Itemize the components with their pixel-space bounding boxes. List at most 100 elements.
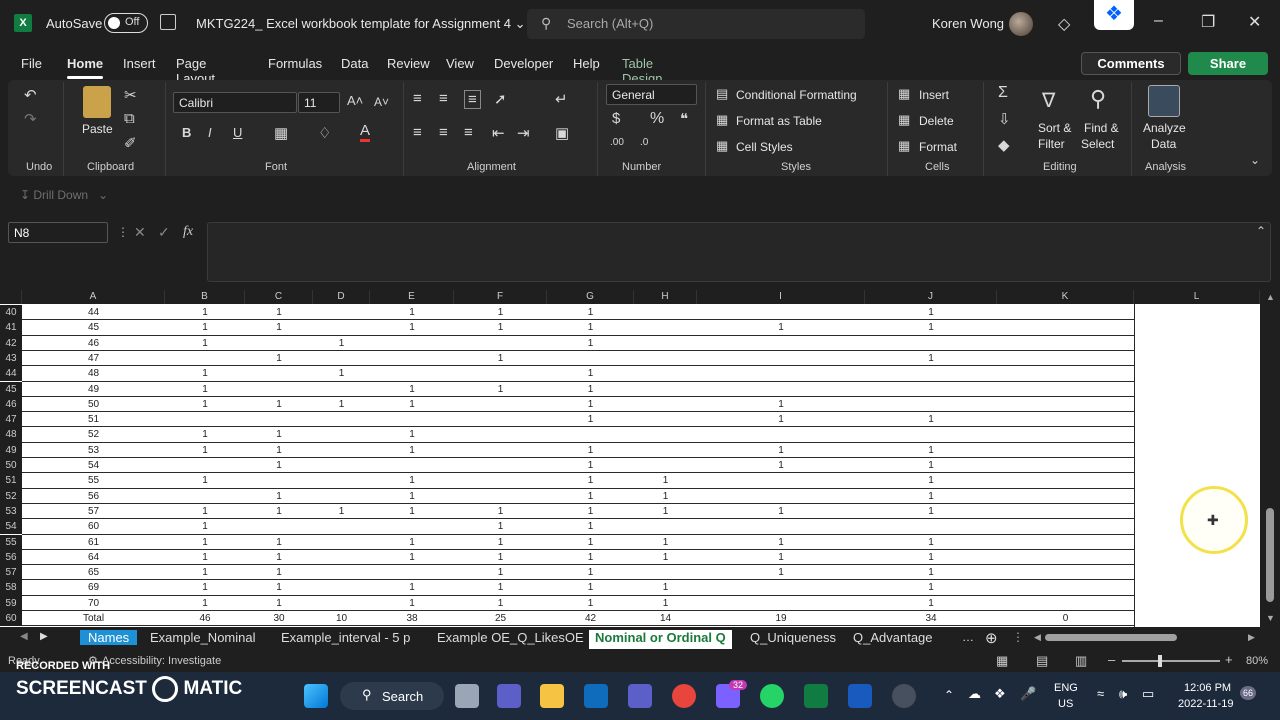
cell-i[interactable] xyxy=(697,366,865,381)
cell-h[interactable]: 1 xyxy=(634,473,697,488)
cell-a[interactable]: 52 xyxy=(22,427,165,442)
row-header[interactable]: 46 xyxy=(0,396,22,413)
cell-k[interactable] xyxy=(997,535,1134,550)
cell-g[interactable]: 1 xyxy=(547,412,634,427)
windows-start-icon[interactable] xyxy=(304,684,328,708)
percent-icon[interactable]: % xyxy=(650,110,664,128)
cell-f[interactable]: 1 xyxy=(454,565,547,580)
sheet-options-icon[interactable]: ⋮ xyxy=(1012,630,1024,644)
column-header-e[interactable]: E xyxy=(370,290,454,304)
scroll-up-icon[interactable]: ▲ xyxy=(1266,292,1275,302)
tab-developer[interactable]: Developer xyxy=(494,56,553,71)
cell-c[interactable]: 1 xyxy=(245,580,313,595)
analyze-data-label[interactable]: Analyze xyxy=(1143,121,1186,135)
add-sheet-icon[interactable]: ⊕ xyxy=(985,629,998,647)
cell-e[interactable] xyxy=(370,412,454,427)
cell-f[interactable]: 1 xyxy=(454,596,547,611)
italic-icon[interactable]: I xyxy=(208,125,212,140)
cell-g[interactable]: 1 xyxy=(547,305,634,320)
cell-f[interactable]: 25 xyxy=(454,611,547,626)
paste-icon[interactable] xyxy=(83,86,111,118)
font-size-select[interactable]: 11 xyxy=(298,92,340,113)
cell-b[interactable] xyxy=(165,412,245,427)
cell-a[interactable]: 50 xyxy=(22,397,165,412)
zoom-out-icon[interactable]: – xyxy=(1108,652,1115,667)
cell-j[interactable]: 1 xyxy=(865,489,997,504)
cell-j[interactable]: 1 xyxy=(865,351,997,366)
cell-e[interactable]: 1 xyxy=(370,427,454,442)
cell-h[interactable] xyxy=(634,320,697,335)
cell-g[interactable]: 1 xyxy=(547,366,634,381)
cell-i[interactable]: 1 xyxy=(697,504,865,519)
row-header[interactable]: 53 xyxy=(0,503,22,520)
cell-i[interactable] xyxy=(697,427,865,442)
increase-decimal-icon[interactable]: .00 xyxy=(610,137,624,148)
column-header-a[interactable]: A xyxy=(22,290,165,304)
cell-d[interactable] xyxy=(313,535,370,550)
cell-g[interactable]: 1 xyxy=(547,550,634,565)
row-header[interactable]: 47 xyxy=(0,412,22,428)
share-button[interactable]: Share xyxy=(1188,52,1268,75)
cell-j[interactable]: 1 xyxy=(865,412,997,427)
cell-c[interactable] xyxy=(245,336,313,351)
cell-d[interactable] xyxy=(313,489,370,504)
cell-i[interactable]: 1 xyxy=(697,397,865,412)
cell-d[interactable] xyxy=(313,320,370,335)
number-format-select[interactable]: General xyxy=(606,84,697,105)
zoom-slider[interactable] xyxy=(1122,660,1220,662)
cell-e[interactable]: 1 xyxy=(370,596,454,611)
formula-menu-icon[interactable]: ⋮ xyxy=(117,225,129,239)
row-header[interactable]: 41 xyxy=(0,320,22,336)
cell-j[interactable]: 1 xyxy=(865,565,997,580)
cell-j[interactable]: 1 xyxy=(865,473,997,488)
cell-d[interactable] xyxy=(313,580,370,595)
cell-j[interactable]: 1 xyxy=(865,504,997,519)
paste-label[interactable]: Paste xyxy=(82,122,113,136)
cell-k[interactable] xyxy=(997,336,1134,351)
sheet-tab-names[interactable]: Names xyxy=(80,630,138,645)
row-header[interactable]: 42 xyxy=(0,335,22,351)
cell-k[interactable] xyxy=(997,550,1134,565)
font-name-select[interactable]: Calibri xyxy=(173,92,297,113)
cell-d[interactable] xyxy=(313,550,370,565)
name-box[interactable]: N8 xyxy=(8,222,108,243)
normal-view-icon[interactable]: ▦ xyxy=(996,653,1008,669)
cell-b[interactable] xyxy=(165,458,245,473)
row-header[interactable]: 40 xyxy=(0,305,22,321)
scrollbar-thumb[interactable] xyxy=(1266,508,1274,602)
cell-d[interactable] xyxy=(313,351,370,366)
cell-j[interactable]: 1 xyxy=(865,580,997,595)
cell-d[interactable] xyxy=(313,443,370,458)
cell-h[interactable]: 14 xyxy=(634,611,697,626)
cell-b[interactable]: 1 xyxy=(165,427,245,442)
cell-f[interactable] xyxy=(454,473,547,488)
minimize-icon[interactable]: – xyxy=(1154,12,1163,30)
column-header-g[interactable]: G xyxy=(547,290,634,304)
cell-k[interactable] xyxy=(997,580,1134,595)
cell-a[interactable]: 65 xyxy=(22,565,165,580)
font-color-icon[interactable]: A xyxy=(360,123,371,142)
sheet-tab-q-advantage[interactable]: Q_Advantage xyxy=(853,630,933,645)
column-header-b[interactable]: B xyxy=(165,290,245,304)
cell-g[interactable]: 1 xyxy=(547,336,634,351)
cell-c[interactable]: 1 xyxy=(245,443,313,458)
cell-d[interactable] xyxy=(313,596,370,611)
ribbon-collapse-icon[interactable]: ⌄ xyxy=(1250,153,1260,167)
cell-k[interactable] xyxy=(997,519,1134,534)
user-name[interactable]: Koren Wong xyxy=(932,16,1004,31)
decrease-indent-icon[interactable]: ⇤ xyxy=(492,124,505,142)
cell-a[interactable]: 48 xyxy=(22,366,165,381)
cell-f[interactable]: 1 xyxy=(454,519,547,534)
cell-j[interactable] xyxy=(865,366,997,381)
cell-c[interactable]: 30 xyxy=(245,611,313,626)
cell-h[interactable] xyxy=(634,336,697,351)
cell-a[interactable]: 56 xyxy=(22,489,165,504)
cell-f[interactable]: 1 xyxy=(454,550,547,565)
cell-j[interactable]: 1 xyxy=(865,320,997,335)
row-header[interactable]: 51 xyxy=(0,473,22,489)
cell-f[interactable] xyxy=(454,336,547,351)
cell-e[interactable]: 38 xyxy=(370,611,454,626)
cell-b[interactable]: 1 xyxy=(165,580,245,595)
cell-k[interactable] xyxy=(997,458,1134,473)
cell-c[interactable] xyxy=(245,473,313,488)
